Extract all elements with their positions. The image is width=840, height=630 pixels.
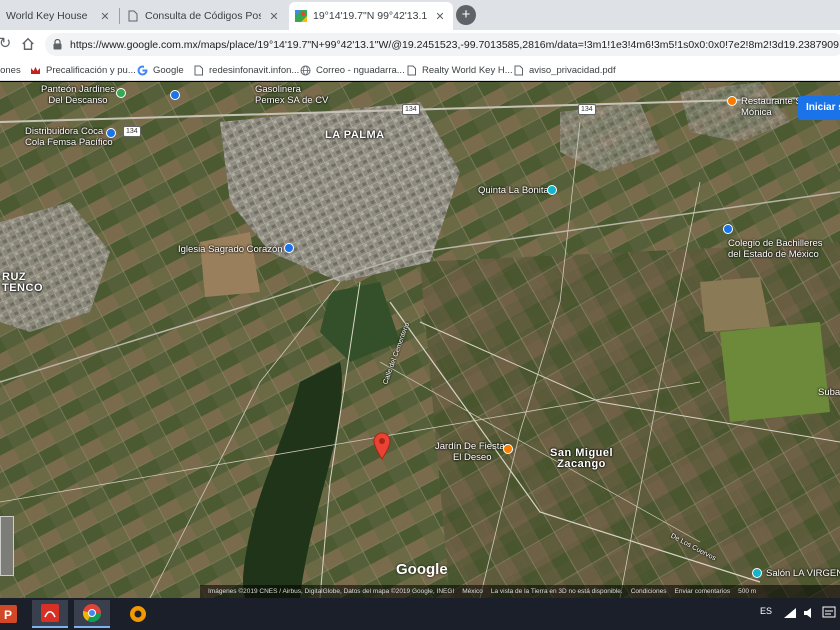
- google-logo: Google: [396, 561, 448, 578]
- earth-3d-notice: La vista de la Tierra en 3D no está disp…: [490, 588, 623, 595]
- cemetery-icon[interactable]: [116, 88, 126, 98]
- notification-icon[interactable]: [822, 606, 836, 620]
- powerpoint-icon: P: [0, 605, 17, 623]
- browser-toolbar: ↻ https://www.google.com.mx/maps/place/1…: [0, 30, 840, 59]
- place-label[interactable]: Quinta La Bonita: [478, 185, 549, 196]
- network-icon[interactable]: [783, 607, 797, 619]
- tab-world-key-house[interactable]: World Key House ✕: [0, 2, 118, 30]
- document-icon: [514, 65, 523, 75]
- bookmark-label: Precalificación y pu...: [46, 64, 136, 76]
- tab-divider: [119, 8, 120, 24]
- close-icon[interactable]: ✕: [267, 10, 281, 23]
- place-label[interactable]: Restaurante S Mónica: [741, 96, 802, 118]
- bookmark-google[interactable]: Google: [137, 63, 184, 77]
- earth-view-thumbnail[interactable]: [0, 516, 14, 576]
- crown-icon: [31, 66, 40, 74]
- satellite-map[interactable]: 134 134 134 Panteón Jardines Del Descans…: [0, 82, 840, 598]
- send-feedback-link[interactable]: Enviar comentarios: [675, 588, 731, 595]
- bookmark-label: Correo - nguadarra...: [316, 64, 405, 76]
- bookmark-label: Google: [153, 64, 184, 76]
- pdf-reader-icon: [41, 604, 59, 622]
- document-icon: [407, 65, 416, 75]
- chrome-icon: [82, 604, 101, 623]
- windows-taskbar: P ES: [0, 598, 840, 630]
- maps-icon: [295, 10, 307, 22]
- close-icon[interactable]: ✕: [433, 10, 447, 23]
- globe-icon: [300, 65, 311, 75]
- bookmark-apps[interactable]: iones: [0, 63, 21, 77]
- bookmark-redesinfonavit[interactable]: redesinfonavit.infon...: [193, 63, 299, 77]
- location-pin-icon[interactable]: [373, 432, 391, 460]
- tab-codigos-postales[interactable]: Consulta de Códigos Postales ✕: [121, 2, 287, 30]
- road-shield: 134: [123, 126, 141, 137]
- tab-title: 19°14'19.7"N 99°42'13.1"W - Go: [313, 10, 427, 22]
- place-label[interactable]: LA PALMA: [325, 130, 385, 141]
- bookmark-realty-world[interactable]: Realty World Key H...: [406, 63, 513, 77]
- satellite-imagery: [0, 82, 840, 598]
- document-icon: [194, 65, 203, 75]
- terms-link[interactable]: Condiciones: [631, 588, 667, 595]
- road-shield: 134: [578, 104, 596, 115]
- place-label[interactable]: RUZ TENCO: [2, 272, 43, 294]
- reload-icon[interactable]: ↻: [0, 36, 13, 52]
- lock-icon: [53, 39, 62, 50]
- scale-label[interactable]: 500 m: [738, 588, 756, 595]
- place-label[interactable]: Gasolinera Pemex SA de CV: [255, 84, 328, 106]
- country-link[interactable]: México: [462, 588, 483, 595]
- language-indicator[interactable]: ES: [760, 606, 772, 616]
- map-footer: Imágenes ©2019 CNES / Airbus, DigitalGlo…: [200, 585, 840, 598]
- place-label[interactable]: Salón LA VIRGEN: [766, 568, 840, 579]
- sign-in-button[interactable]: Iniciar s: [798, 96, 840, 120]
- bookmarks-bar: iones Precalificación y pu... Google red…: [0, 59, 840, 81]
- place-label[interactable]: Panteón Jardines Del Descanso: [41, 84, 115, 106]
- bookmark-label: iones: [0, 64, 21, 76]
- bookmark-label: aviso_privacidad.pdf: [529, 64, 616, 76]
- place-label[interactable]: San Miguel Zacango: [550, 448, 613, 470]
- church-icon[interactable]: [284, 243, 294, 253]
- imagery-attribution: Imágenes ©2019 CNES / Airbus, DigitalGlo…: [208, 588, 455, 595]
- new-tab-button[interactable]: +: [456, 5, 476, 25]
- bookmark-precalificacion[interactable]: Precalificación y pu...: [30, 63, 136, 77]
- address-bar[interactable]: https://www.google.com.mx/maps/place/19°…: [45, 33, 840, 56]
- tab-google-maps[interactable]: 19°14'19.7"N 99°42'13.1"W - Go ✕: [289, 2, 453, 30]
- road-shield: 134: [402, 104, 420, 115]
- document-icon: [128, 10, 138, 22]
- svg-text:P: P: [4, 608, 12, 622]
- google-icon: [137, 65, 148, 75]
- taskbar-pdf-reader[interactable]: [32, 600, 68, 628]
- bookmark-correo[interactable]: Correo - nguadarra...: [300, 63, 405, 77]
- volume-icon[interactable]: [803, 607, 815, 619]
- gas-station-icon[interactable]: [170, 90, 180, 100]
- place-label[interactable]: Colegio de Bachilleres del Estado de Méx…: [728, 238, 823, 260]
- place-label[interactable]: Distribuidora Coca Cola Femsa Pacífico: [25, 126, 113, 148]
- gear-icon: [130, 606, 146, 622]
- school-icon[interactable]: [723, 224, 733, 234]
- url-text: https://www.google.com.mx/maps/place/19°…: [70, 38, 840, 51]
- place-label[interactable]: Iglesia Sagrado Corazón: [178, 244, 283, 255]
- screenshot-root: World Key House ✕ Consulta de Códigos Po…: [0, 0, 840, 630]
- place-label[interactable]: Jardín De Fiestas El Deseo: [435, 441, 509, 463]
- camera-icon[interactable]: [547, 185, 557, 195]
- bookmark-label: Realty World Key H...: [422, 64, 513, 76]
- close-icon[interactable]: ✕: [98, 10, 112, 23]
- restaurant-icon[interactable]: [727, 96, 737, 106]
- taskbar-settings[interactable]: [120, 600, 156, 628]
- event-venue-icon[interactable]: [503, 444, 513, 454]
- event-venue-icon[interactable]: [752, 568, 762, 578]
- place-label[interactable]: Suba: [818, 387, 840, 398]
- taskbar-powerpoint[interactable]: P: [0, 600, 26, 628]
- taskbar-chrome[interactable]: [74, 600, 110, 628]
- bookmark-label: redesinfonavit.infon...: [209, 64, 300, 76]
- tab-title: World Key House: [6, 10, 88, 22]
- bookmark-aviso-privacidad[interactable]: aviso_privacidad.pdf: [513, 63, 616, 77]
- tab-strip: World Key House ✕ Consulta de Códigos Po…: [0, 0, 840, 30]
- tab-title: Consulta de Códigos Postales: [145, 10, 261, 22]
- home-icon[interactable]: [20, 36, 36, 52]
